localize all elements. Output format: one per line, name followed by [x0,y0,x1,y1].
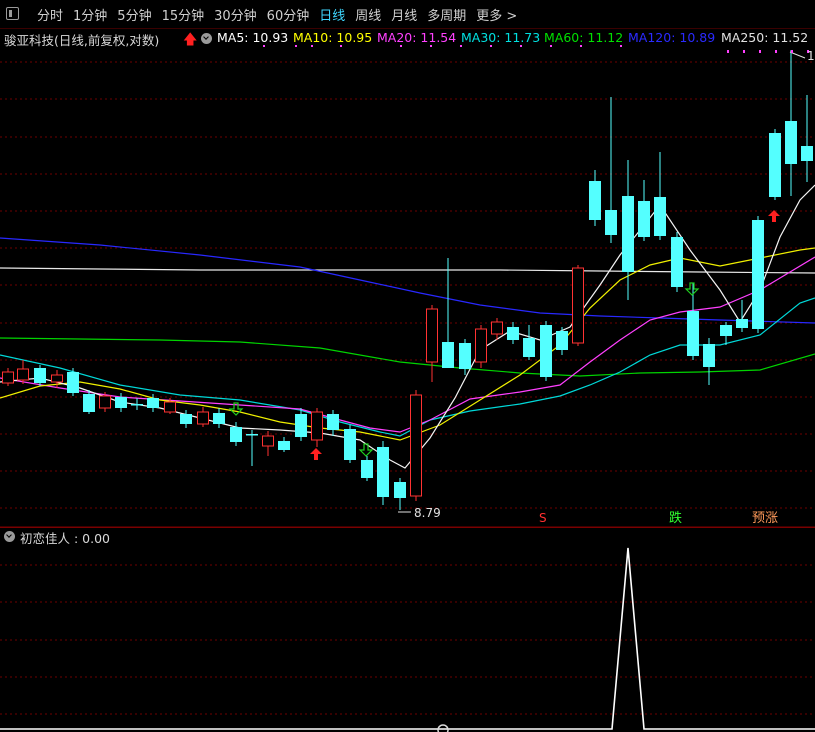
candle-body-up [475,328,487,363]
candle-body-up [572,267,584,344]
candle-body-down [459,343,471,369]
candle-body-down [278,441,290,450]
dot-marker [550,45,552,47]
dot-marker [430,45,432,47]
dot-marker [490,45,492,47]
candle-body-down [622,196,634,272]
dot-marker [460,45,462,47]
indicator-line [0,547,815,730]
candle-body-up [164,401,176,413]
candle-body-down [67,372,79,393]
dot-marker [520,45,522,47]
candle-body-down [34,368,46,383]
dot-marker [775,50,777,53]
candle-body-down [180,414,192,424]
candle-body-down [801,146,813,161]
candle-body-down [654,197,666,236]
candle-body-down [147,398,159,408]
candle-body-up [262,435,274,447]
candle-body-up [311,411,323,441]
dot-marker [791,50,793,53]
candle-body-down [131,404,143,406]
candle-body-down [769,133,781,197]
candle-body-up [51,374,63,383]
candle-body-down [752,220,764,329]
buy-arrow-icon [310,448,322,460]
ma250-line [0,267,815,274]
candle-body-down [736,319,748,328]
dot-marker [620,45,622,47]
candle-body-down [327,414,339,430]
dot-marker [759,50,761,53]
dot-marker [340,45,342,47]
dot-marker [743,50,745,53]
candle-body-down [83,394,95,412]
candlestick-chart[interactable]: 8.79 1 S 跌 预涨 [0,0,815,527]
candle-body-down [361,460,373,478]
low-price-label: 8.79 [414,506,441,520]
dot-marker [400,45,402,47]
signal-die-label: 跌 [669,510,682,526]
candle-body-down [507,327,519,340]
candle-body-down [523,338,535,357]
candle-body-up [17,368,29,381]
buy-arrow-icon [768,210,780,222]
candle-body-down [230,427,242,442]
high-price-label: 1 [807,49,815,63]
candle-body-down [344,429,356,460]
dot-marker [295,45,297,47]
candle-body-down [213,413,225,424]
candle-body-down [785,121,797,164]
candle-body-up [410,394,422,497]
candle-body-down [687,311,699,356]
candle-body-down [377,447,389,497]
dot-marker [580,45,582,47]
candle-body-down [703,344,715,367]
candle-body-down [246,434,258,436]
dot-marker [263,45,265,47]
candle-body-up [197,411,209,425]
candle-body-up [99,395,111,409]
candle-body-down [295,414,307,437]
candle-body-down [442,342,454,368]
candle-body-down [115,397,127,408]
candle-body-down [638,201,650,237]
sell-arrow-icon [358,443,374,457]
candle-body-up [2,371,14,384]
candle-body-down [589,181,601,220]
candle-body-down [394,482,406,498]
signal-s-label: S [539,511,547,525]
candle-body-down [671,237,683,287]
candle-body-down [605,210,617,235]
candle-body-up [426,308,438,363]
candle-body-down [720,325,732,336]
dot-marker [311,45,313,47]
candle-body-down [556,331,568,350]
signal-yuzhang-label: 预涨 [752,511,778,526]
dot-marker [727,50,729,53]
indicator-chart[interactable] [0,527,815,732]
candle-body-down [540,325,552,377]
candle-body-up [491,321,503,335]
